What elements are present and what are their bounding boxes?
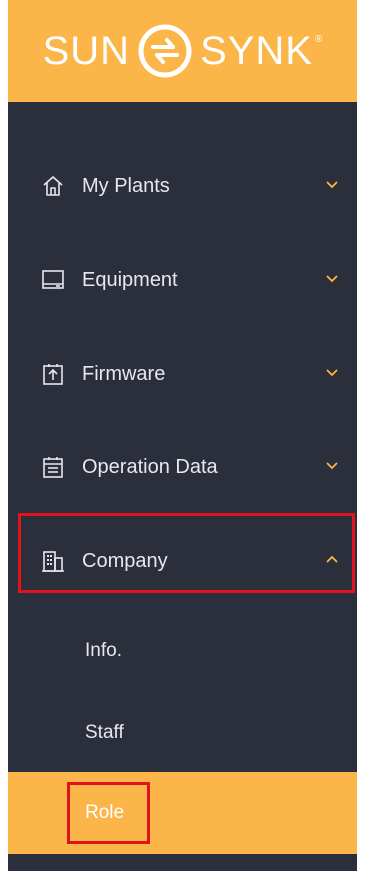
menu-label: Company [82,549,168,572]
menu-label: Equipment [82,268,178,291]
menu-label: My Plants [82,174,170,197]
home-icon [40,173,66,199]
logo-text-right: SYNK [200,29,313,73]
chevron-down-icon [326,181,338,189]
menu-item-operation-data[interactable]: Operation Data [8,437,357,497]
sidebar: SUN SYNK ® My Plants Equipment Firmware [8,0,357,871]
menu-label: Firmware [82,362,166,385]
submenu-item-role[interactable]: Role [8,772,357,854]
menu-item-company[interactable]: Company [8,531,357,591]
building-icon [40,548,66,574]
chevron-down-icon [326,275,338,283]
chevron-up-icon [326,555,338,563]
menu-item-firmware[interactable]: Firmware [8,344,357,404]
submenu-item-staff[interactable]: Staff [8,703,357,763]
logo-arrows-icon [138,24,192,78]
submenu-item-info[interactable]: Info. [8,621,357,681]
calendar-icon [40,454,66,480]
upload-icon [40,361,66,387]
logo-text-left: SUN [42,29,131,73]
registered-mark: ® [315,34,323,45]
monitor-icon [40,267,66,293]
chevron-down-icon [326,462,338,470]
menu-item-my-plants[interactable]: My Plants [8,156,357,216]
brand-logo[interactable]: SUN SYNK ® [8,0,357,102]
chevron-down-icon [326,369,338,377]
menu-label: Operation Data [82,455,218,478]
menu-item-equipment[interactable]: Equipment [8,250,357,310]
